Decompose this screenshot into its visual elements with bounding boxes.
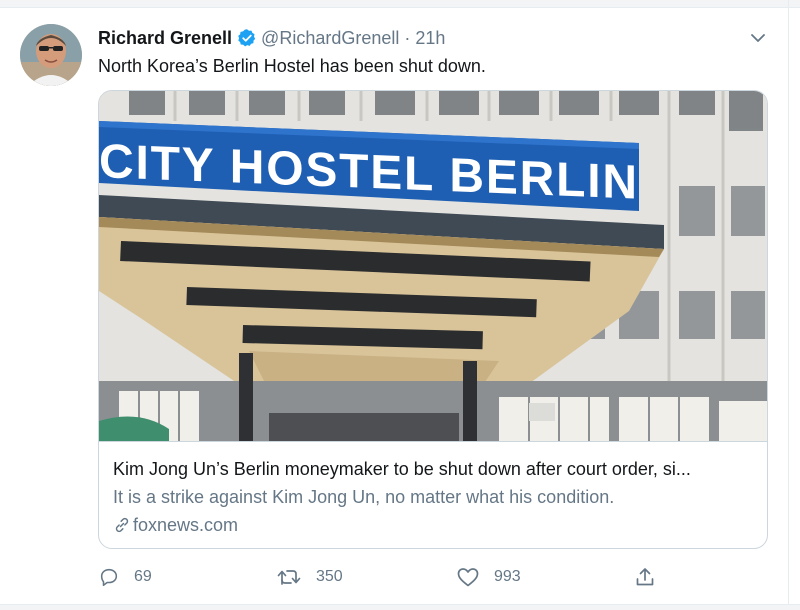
bottom-divider	[0, 604, 800, 610]
card-image[interactable]: CITY HOSTEL BERLIN	[99, 91, 767, 442]
avatar[interactable]	[20, 24, 82, 86]
hostel-building-photo: CITY HOSTEL BERLIN	[99, 91, 767, 441]
chevron-down-icon[interactable]	[748, 28, 768, 48]
like-count: 993	[494, 568, 521, 585]
avatar-photo	[20, 24, 82, 86]
reply-icon	[100, 568, 118, 587]
right-divider	[788, 0, 789, 610]
retweet-icon	[277, 570, 301, 585]
link-preview-card[interactable]: CITY HOSTEL BERLIN Kim Jong Un’s Berlin …	[98, 90, 768, 549]
author-handle[interactable]: @RichardGrenell	[261, 28, 399, 49]
verified-badge-icon	[237, 28, 257, 48]
share-icon	[636, 568, 654, 586]
card-description: It is a strike against Kim Jong Un, no m…	[113, 487, 615, 507]
like-button[interactable]: 993	[456, 562, 521, 592]
card-title[interactable]: Kim Jong Un’s Berlin moneymaker to be sh…	[113, 457, 753, 481]
heart-icon	[457, 568, 479, 587]
tweet-screenshot: Richard Grenell @RichardGrenell · 21h No…	[0, 0, 800, 610]
tweet-actions: 69 350 993	[98, 562, 698, 592]
reply-button[interactable]: 69	[98, 562, 152, 592]
tweet-text: North Korea’s Berlin Hostel has been shu…	[98, 56, 486, 76]
link-icon	[113, 516, 131, 534]
card-meta: Kim Jong Un’s Berlin moneymaker to be sh…	[113, 457, 758, 537]
author-name[interactable]: Richard Grenell	[98, 28, 232, 49]
separator-dot: ·	[404, 27, 411, 48]
share-button[interactable]	[634, 562, 670, 592]
retweet-button[interactable]: 350	[276, 562, 343, 592]
card-domain-text: foxnews.com	[133, 515, 239, 535]
reply-count: 69	[134, 568, 152, 585]
card-domain[interactable]: foxnews.com	[113, 513, 758, 537]
retweet-count: 350	[316, 568, 343, 585]
top-divider	[0, 0, 800, 8]
tweet-timestamp[interactable]: 21h	[415, 28, 445, 49]
tweet-header: Richard Grenell @RichardGrenell · 21h	[98, 25, 445, 51]
